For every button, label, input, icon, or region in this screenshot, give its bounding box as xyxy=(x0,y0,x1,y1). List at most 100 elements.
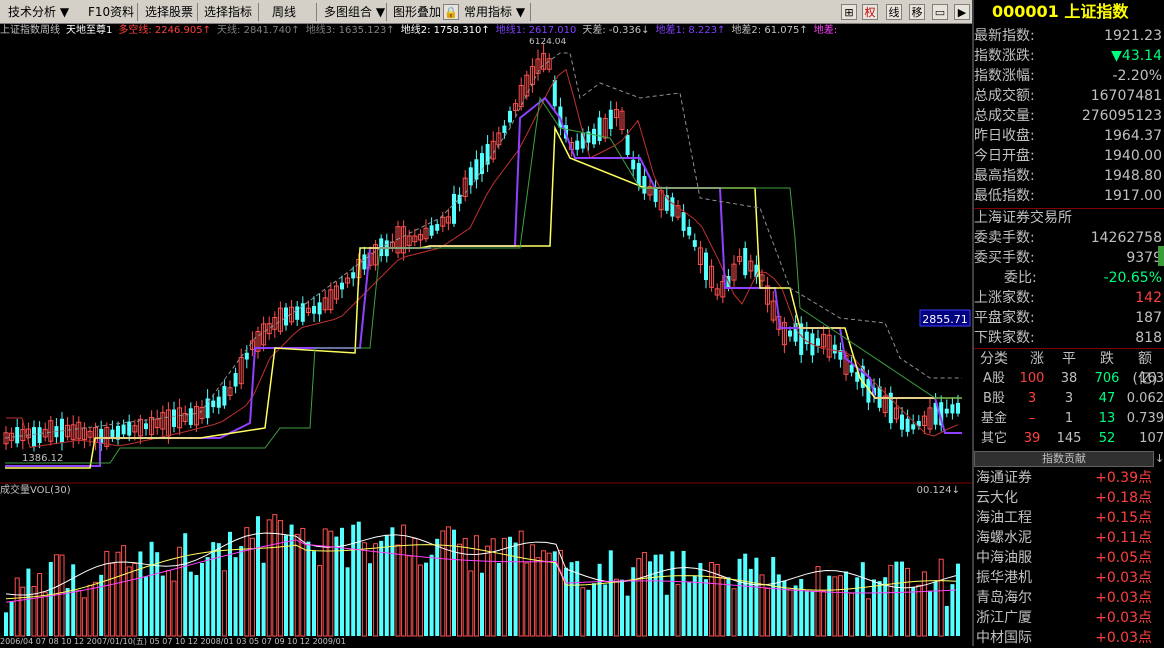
toolbar-separator xyxy=(386,3,387,21)
volume-bar xyxy=(776,574,781,636)
volume-bar xyxy=(81,597,87,637)
candle-body xyxy=(244,352,249,360)
candle-body xyxy=(480,153,484,175)
candle-body xyxy=(592,128,596,145)
price-chart[interactable]: 1386.12 6124.04 2855.71 xyxy=(0,38,972,484)
volume-bar xyxy=(126,566,132,637)
candle-body xyxy=(222,386,227,406)
period-weekly-button[interactable]: 周线 xyxy=(268,3,300,21)
contributor-item[interactable]: 中材国际 +0.03点 xyxy=(974,628,1164,648)
f10-button[interactable]: F10资料 xyxy=(84,3,138,21)
volume-bar xyxy=(687,581,692,636)
candle-body xyxy=(625,134,630,155)
toolbar-separator xyxy=(258,3,259,21)
select-stock-button[interactable]: 选择股票 xyxy=(141,3,197,21)
indicator-value: 地差: xyxy=(813,25,838,36)
stat-label: 最低指数: xyxy=(974,188,1035,204)
price-tag: 2855.71 xyxy=(922,313,968,326)
chevron-down-icon[interactable]: ↓ xyxy=(1155,451,1164,467)
lock-icon[interactable]: 🔒 xyxy=(443,4,459,20)
stat-value: 14262758 xyxy=(1090,230,1162,246)
volume-bar xyxy=(754,557,759,636)
category-flat: 38 xyxy=(1060,371,1078,386)
stat-label: 总成交量: xyxy=(974,108,1035,124)
volume-bar xyxy=(648,561,652,636)
contributor-item[interactable]: 海螺水泥 +0.11点 xyxy=(974,528,1164,548)
stat-label: 下跌家数: xyxy=(974,330,1035,346)
overlay-button[interactable]: 图形叠加 xyxy=(389,3,445,21)
alert-badge[interactable] xyxy=(1158,246,1164,266)
rights-icon[interactable]: 权 xyxy=(862,4,878,20)
stat-row: 最低指数: 1917.00 xyxy=(974,186,1164,206)
select-indicator-button[interactable]: 选择指标 xyxy=(200,3,256,21)
volume-bar xyxy=(490,538,496,637)
volume-bar xyxy=(631,567,636,636)
candle-body xyxy=(743,247,748,276)
tech-analysis-menu[interactable]: 技术分析 ▼ xyxy=(4,3,73,21)
candle-body xyxy=(468,167,473,186)
quote-panel: 000001 上证指数 最新指数: 1921.23 指数涨跌: ▼43.14 指数涨幅:… xyxy=(974,0,1164,646)
volume-bar xyxy=(429,554,434,636)
volume-bar xyxy=(239,546,244,636)
indicator-value: 多空线: 2246.905↑ xyxy=(118,25,212,36)
category-amt: 0.739 xyxy=(1126,411,1164,426)
volume-chart[interactable] xyxy=(0,498,972,638)
volume-bar xyxy=(569,562,574,636)
candle-body xyxy=(144,423,148,430)
volume-bar xyxy=(345,567,350,636)
toolbar-separator xyxy=(530,3,531,21)
expand-icon[interactable]: ▶ xyxy=(954,4,970,20)
category-up: – xyxy=(1028,411,1036,426)
category-row: B股 3 3 47 0.062 xyxy=(974,389,1164,409)
volume-bar xyxy=(524,562,530,637)
volume-bar xyxy=(849,592,855,637)
contributor-item[interactable]: 海油工程 +0.15点 xyxy=(974,508,1164,528)
volume-bar xyxy=(704,579,708,636)
volume-bar xyxy=(737,558,742,636)
volume-bar xyxy=(42,591,48,637)
grid-icon[interactable]: ⊞ xyxy=(841,4,857,20)
volume-bar xyxy=(501,537,507,637)
volume-bar xyxy=(435,538,440,636)
volume-bar xyxy=(485,545,491,637)
candle-body xyxy=(653,187,658,202)
volume-bar xyxy=(883,577,888,636)
stat-label: 上涨家数: xyxy=(974,290,1035,306)
volume-bar xyxy=(401,524,407,637)
contributor-item[interactable]: 海通证券 +0.39点 xyxy=(974,468,1164,488)
contributor-item[interactable]: 浙江广厦 +0.03点 xyxy=(974,608,1164,628)
contributor-item[interactable]: 振华港机 +0.03点 xyxy=(974,568,1164,588)
candle-body xyxy=(832,344,837,354)
volume-bar xyxy=(312,551,316,636)
volume-bar xyxy=(541,550,547,637)
volume-bar xyxy=(900,561,904,636)
volume-bar xyxy=(659,554,664,636)
index-contribution-button[interactable]: 指数贡献 xyxy=(974,451,1154,467)
line-icon[interactable]: 线 xyxy=(886,4,902,20)
candle-body xyxy=(362,254,367,270)
contributor-item[interactable]: 中海油服 +0.05点 xyxy=(974,548,1164,568)
volume-bar xyxy=(194,575,199,636)
volume-bar xyxy=(468,570,474,637)
candle-body xyxy=(597,117,602,141)
volume-bar xyxy=(368,563,372,636)
volume-bar xyxy=(557,549,563,637)
stat-row: 总成交量: 276095123 xyxy=(974,106,1164,126)
category-amt: 0.062 xyxy=(1126,391,1164,406)
volume-bar xyxy=(266,519,272,637)
category-name: B股 xyxy=(983,391,1005,406)
candle-body xyxy=(905,418,910,432)
common-indicator-menu[interactable]: 常用指标 ▼ xyxy=(460,3,529,21)
candle-body xyxy=(32,427,36,448)
multi-chart-button[interactable]: 多图组合 ▼ xyxy=(320,3,389,21)
volume-bar xyxy=(546,552,552,637)
volume-bar xyxy=(855,577,860,636)
contributor-item[interactable]: 青岛海尔 +0.03点 xyxy=(974,588,1164,608)
category-amt: 107 xyxy=(1139,431,1164,446)
move-icon[interactable]: 移 xyxy=(909,4,925,20)
indicator-value: 地差2: 61.075↑ xyxy=(731,25,808,36)
window-icon[interactable]: ▭ xyxy=(932,4,948,20)
category-amt: 163 xyxy=(1139,371,1164,386)
volume-bar xyxy=(390,527,395,636)
contributor-item[interactable]: 云大化 +0.18点 xyxy=(974,488,1164,508)
